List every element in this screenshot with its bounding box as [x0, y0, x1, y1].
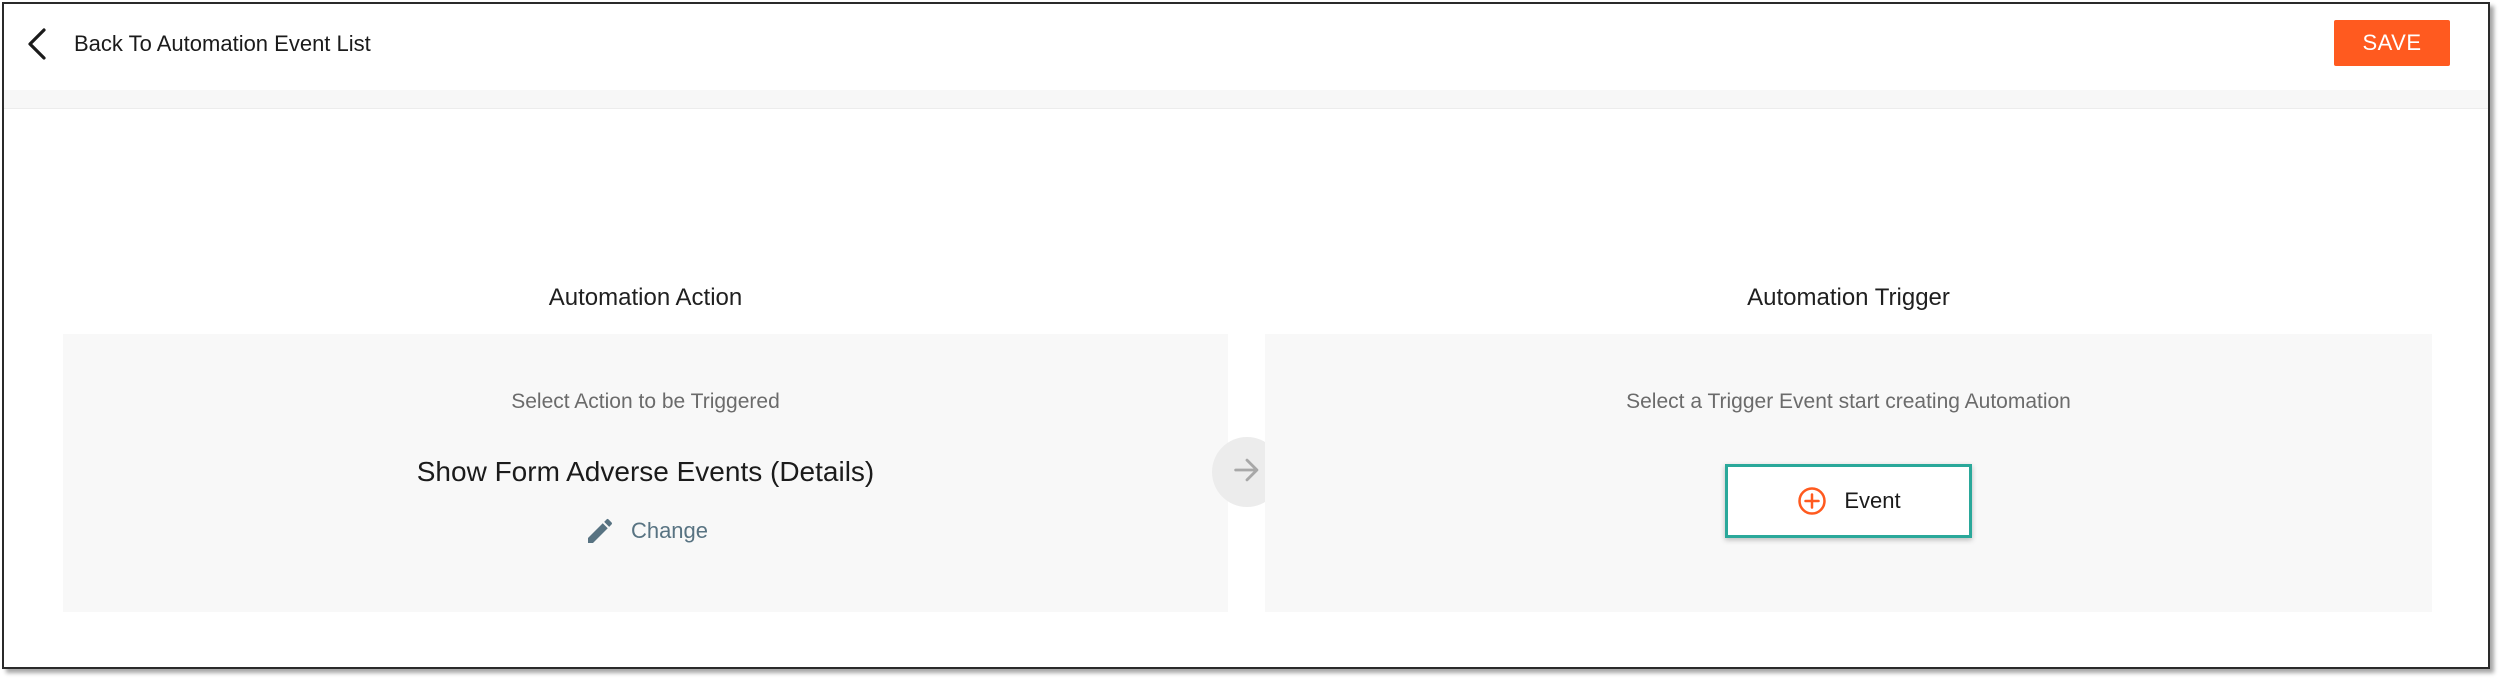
back-link-label[interactable]: Back To Automation Event List: [74, 31, 371, 57]
automation-trigger-panel: Select a Trigger Event start creating Au…: [1265, 334, 2432, 612]
automation-editor: Back To Automation Event List SAVE Autom…: [2, 2, 2490, 669]
action-panel-subtitle: Select Action to be Triggered: [511, 390, 780, 413]
top-bar: Back To Automation Event List SAVE: [4, 4, 2488, 90]
event-button-label[interactable]: Event: [1844, 488, 1900, 514]
automation-action-heading: Automation Action: [548, 284, 743, 311]
change-action-link[interactable]: Change: [63, 514, 1228, 548]
arrow-right-icon: [1230, 453, 1264, 492]
chevron-left-icon[interactable]: [22, 24, 52, 64]
add-event-button[interactable]: Event: [1725, 464, 1972, 538]
trigger-panel-subtitle: Select a Trigger Event start creating Au…: [1626, 390, 2071, 413]
change-label[interactable]: Change: [631, 518, 708, 544]
toolbar-divider: [4, 90, 2488, 109]
back-to-list-link[interactable]: Back To Automation Event List: [22, 24, 371, 64]
automation-trigger-heading: Automation Trigger: [1747, 284, 1950, 311]
selected-action-name: Show Form Adverse Events (Details): [416, 456, 875, 487]
plus-circle-icon[interactable]: [1796, 485, 1828, 517]
pencil-icon[interactable]: [583, 514, 617, 548]
automation-action-panel: Select Action to be Triggered Show Form …: [63, 334, 1228, 612]
save-button[interactable]: SAVE: [2334, 20, 2450, 66]
